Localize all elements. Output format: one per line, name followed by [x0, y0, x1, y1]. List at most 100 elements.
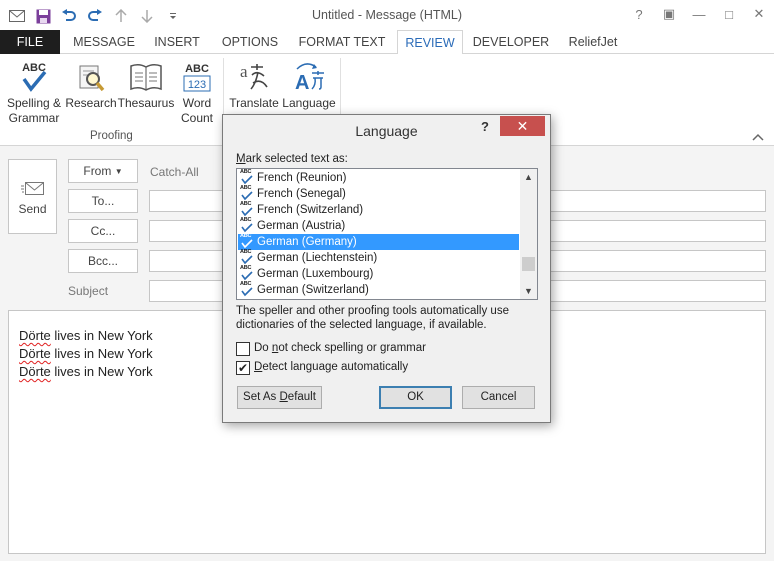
svg-text:a: a	[240, 62, 248, 81]
spelling-check-icon: ABC	[4, 58, 64, 96]
research-icon	[64, 58, 118, 96]
svg-text:A: A	[295, 72, 309, 93]
label-part: etect language automatically	[262, 361, 409, 373]
bcc-button[interactable]: Bcc...	[68, 249, 138, 273]
word-count-button[interactable]: ABC 123 Word Count	[176, 58, 218, 126]
scroll-down-icon[interactable]: ▼	[520, 283, 537, 299]
scroll-up-icon[interactable]: ▲	[520, 169, 537, 185]
language-item-selected[interactable]: ABC German (Germany)	[238, 233, 519, 250]
language-item-label: German (Switzerland)	[257, 284, 369, 296]
tab-reliefjet[interactable]: ReliefJet	[560, 30, 626, 54]
spelling-label-1: Spelling &	[6, 96, 62, 110]
mark-label-accesskey: M	[236, 153, 246, 165]
spelling-dictionary-icon: ABC	[240, 201, 256, 218]
window-controls: ? ▣ — □ ✕	[624, 0, 774, 28]
misspelled-word[interactable]: Dörte	[19, 346, 51, 361]
language-item[interactable]: ABC German (Switzerland)	[238, 281, 519, 298]
spelling-dictionary-icon: ABC	[240, 233, 256, 250]
misspelled-word[interactable]: Dörte	[19, 328, 51, 343]
proofing-group-label: Proofing	[90, 130, 133, 142]
language-item[interactable]: ABC French (Senegal)	[238, 185, 519, 202]
body-text: lives in New York	[50, 364, 153, 379]
language-item-label: German (Germany)	[257, 236, 357, 248]
spelling-dictionary-icon: ABC	[240, 249, 256, 266]
spelling-dictionary-icon: ABC	[240, 185, 256, 202]
detect-language-label[interactable]: Detect language automatically	[254, 361, 408, 373]
tab-format-text[interactable]: FORMAT TEXT	[294, 30, 390, 54]
svg-text:123: 123	[188, 79, 206, 91]
spelling-grammar-button[interactable]: ABC Spelling & Grammar	[4, 58, 64, 126]
dialog-help-icon[interactable]: ?	[481, 119, 489, 134]
tab-message[interactable]: MESSAGE	[68, 30, 140, 54]
dialog-close-button[interactable]: ✕	[500, 116, 545, 136]
tab-insert[interactable]: INSERT	[148, 30, 206, 54]
body-line: Dörte lives in New York	[19, 328, 153, 343]
language-icon: A	[281, 58, 337, 96]
from-account: Catch-All	[150, 165, 199, 179]
cancel-button[interactable]: Cancel	[462, 386, 535, 409]
ribbon-tabs: FILE MESSAGE INSERT OPTIONS FORMAT TEXT …	[0, 30, 774, 55]
language-item[interactable]: ABC French (Reunion)	[238, 169, 519, 186]
button-text: Set As	[243, 391, 280, 403]
misspelled-word[interactable]: Dörte	[19, 364, 51, 379]
language-listbox[interactable]: ABC French (Reunion) ABC French (Senegal…	[236, 168, 538, 300]
set-as-default-button[interactable]: Set As Default	[237, 386, 322, 409]
maximize-icon[interactable]: □	[714, 0, 744, 28]
tab-options[interactable]: OPTIONS	[214, 30, 286, 54]
dialog-title-bar[interactable]: Language ? ✕	[223, 115, 550, 145]
send-label: Send	[18, 202, 47, 216]
translate-button[interactable]: a Translate	[226, 58, 282, 111]
svg-text:ABC: ABC	[22, 62, 46, 74]
spelling-dictionary-icon: ABC	[240, 169, 256, 186]
word-count-label-1: Word	[182, 96, 212, 110]
do-not-check-checkbox[interactable]	[236, 342, 250, 356]
cc-button[interactable]: Cc...	[68, 219, 138, 243]
spelling-label-2: Grammar	[8, 111, 60, 125]
language-button[interactable]: A Language	[281, 58, 337, 111]
send-icon	[9, 180, 56, 202]
tab-review[interactable]: REVIEW	[397, 30, 463, 55]
detect-language-checkbox[interactable]: ✔	[236, 361, 250, 375]
mark-label-text: ark selected text as:	[245, 153, 348, 165]
language-item-label: French (Reunion)	[257, 172, 347, 184]
thesaurus-label: Thesaurus	[117, 96, 175, 110]
svg-text:ABC: ABC	[185, 63, 209, 75]
body-line: Dörte lives in New York	[19, 364, 153, 379]
listbox-scrollbar[interactable]: ▲ ▼	[520, 169, 537, 299]
mark-selected-label: Mark selected text as:	[236, 153, 348, 165]
from-label: From	[83, 164, 112, 178]
language-item-label: German (Liechtenstein)	[257, 252, 378, 264]
body-text: lives in New York	[50, 346, 153, 361]
research-label: Research	[65, 96, 117, 110]
collapse-ribbon-icon[interactable]	[752, 132, 764, 144]
language-item[interactable]: ABC French (Switzerland)	[238, 201, 519, 218]
scroll-thumb[interactable]	[522, 257, 535, 271]
help-icon[interactable]: ?	[624, 0, 654, 28]
language-item[interactable]: ABC German (Luxembourg)	[238, 265, 519, 282]
do-not-check-label[interactable]: Do not check spelling or grammar	[254, 342, 426, 354]
ribbon-display-icon[interactable]: ▣	[654, 0, 684, 28]
label-part: ot check spelling or grammar	[278, 342, 426, 354]
send-button[interactable]: Send	[8, 159, 57, 234]
thesaurus-button[interactable]: Thesaurus	[117, 58, 175, 111]
to-button[interactable]: To...	[68, 189, 138, 213]
close-icon[interactable]: ✕	[744, 0, 774, 28]
word-count-label-2: Count	[180, 111, 214, 125]
language-item-label: French (Switzerland)	[257, 204, 364, 216]
language-item[interactable]: ABC German (Liechtenstein)	[238, 249, 519, 266]
translate-icon: a	[226, 58, 282, 96]
minimize-icon[interactable]: —	[684, 0, 714, 28]
language-item-label: German (Austria)	[257, 220, 346, 232]
spelling-dictionary-icon: ABC	[240, 265, 256, 282]
language-item[interactable]: ABC German (Austria)	[238, 217, 519, 234]
spelling-dictionary-icon: ABC	[240, 217, 256, 234]
from-button[interactable]: From ▼	[68, 159, 138, 183]
research-button[interactable]: Research	[64, 58, 118, 111]
language-item-label: French (Senegal)	[257, 188, 346, 200]
ok-button[interactable]: OK	[379, 386, 452, 409]
tab-file[interactable]: FILE	[0, 30, 60, 54]
language-dialog: Language ? ✕ Mark selected text as: ABC …	[222, 114, 551, 423]
tab-developer[interactable]: DEVELOPER	[470, 30, 552, 54]
language-item-label: German (Luxembourg)	[257, 268, 374, 280]
button-accesskey: D	[279, 391, 288, 403]
